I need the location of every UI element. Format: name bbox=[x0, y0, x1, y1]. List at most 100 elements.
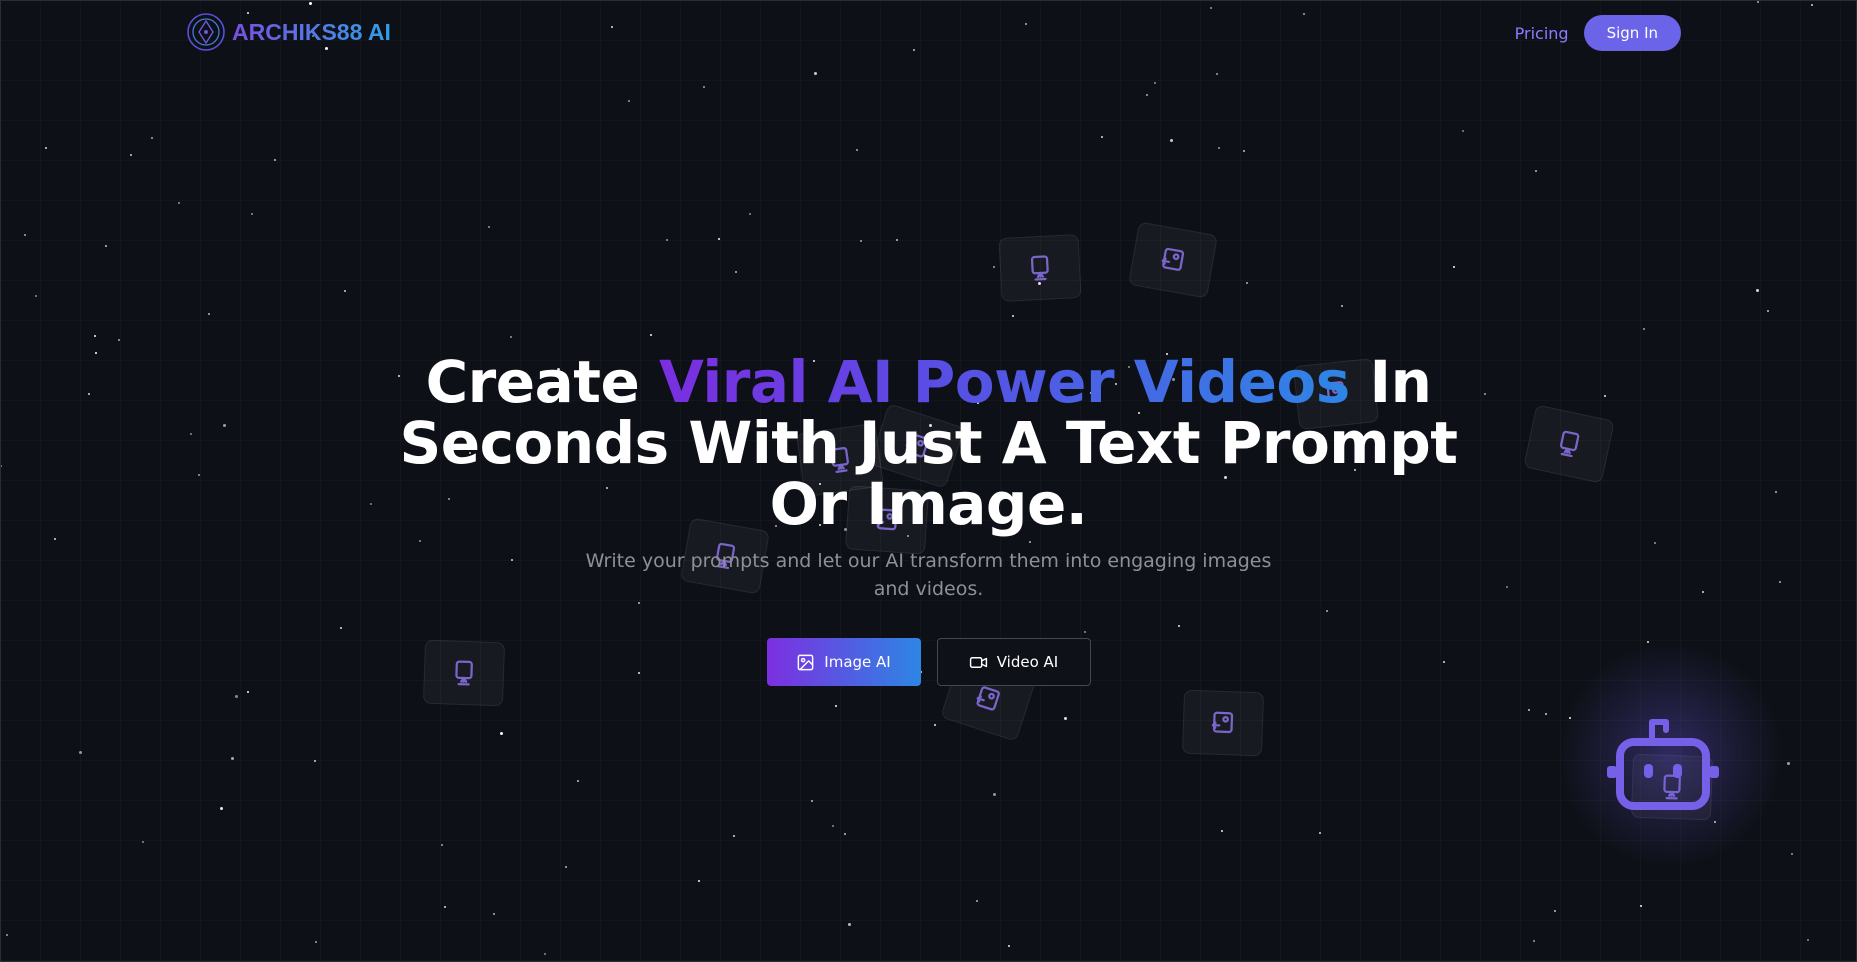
star bbox=[444, 906, 446, 908]
star bbox=[993, 793, 996, 796]
video-ai-button[interactable]: Video AI bbox=[936, 638, 1091, 686]
star bbox=[976, 900, 978, 902]
star bbox=[1535, 170, 1537, 172]
star bbox=[79, 751, 82, 754]
image-swap-icon bbox=[1211, 711, 1234, 734]
star bbox=[1319, 832, 1321, 834]
star bbox=[844, 833, 846, 835]
star bbox=[1643, 328, 1645, 330]
star bbox=[208, 313, 210, 315]
star bbox=[1064, 717, 1067, 720]
hero-headline: Create Viral AI Power Videos In Seconds … bbox=[379, 352, 1479, 535]
star bbox=[488, 226, 490, 228]
star bbox=[344, 290, 346, 292]
star bbox=[1341, 305, 1343, 307]
brand-logo[interactable]: ARCHIKS88 AI bbox=[186, 12, 391, 52]
star bbox=[650, 334, 652, 336]
star bbox=[1453, 266, 1455, 268]
star bbox=[1640, 905, 1642, 907]
star bbox=[220, 807, 223, 810]
star bbox=[235, 695, 238, 698]
star bbox=[577, 780, 579, 782]
star bbox=[749, 213, 751, 215]
star bbox=[251, 213, 253, 215]
image-swap-icon bbox=[1161, 247, 1185, 271]
star bbox=[896, 239, 898, 241]
star bbox=[1146, 94, 1148, 96]
pricing-link[interactable]: Pricing bbox=[1515, 24, 1569, 43]
star bbox=[1170, 139, 1173, 142]
star bbox=[856, 149, 858, 151]
headline-lead-text: Create bbox=[425, 348, 660, 416]
star bbox=[1012, 315, 1014, 317]
star bbox=[274, 159, 276, 161]
star bbox=[666, 239, 668, 241]
star bbox=[151, 137, 153, 139]
floating-card bbox=[1181, 689, 1265, 757]
hero-subtitle: Write your prompts and let our AI transf… bbox=[585, 550, 1272, 600]
star bbox=[628, 100, 630, 102]
star bbox=[718, 238, 720, 240]
brand-name: ARCHIKS88 AI bbox=[232, 18, 391, 45]
star bbox=[1243, 150, 1245, 152]
star bbox=[1154, 82, 1156, 84]
star bbox=[24, 234, 26, 236]
header-actions: Pricing Sign In bbox=[1515, 15, 1681, 51]
star bbox=[1807, 939, 1809, 941]
star bbox=[1462, 130, 1464, 132]
star bbox=[814, 72, 817, 75]
star bbox=[130, 154, 132, 156]
floating-card bbox=[1128, 221, 1218, 299]
star bbox=[1756, 289, 1759, 292]
star bbox=[703, 86, 705, 88]
hero-section: Create Viral AI Power Videos In Seconds … bbox=[0, 352, 1857, 686]
star bbox=[544, 953, 546, 955]
star bbox=[1545, 713, 1547, 715]
star bbox=[698, 880, 700, 882]
star bbox=[500, 732, 503, 735]
image-ai-label: Image AI bbox=[824, 653, 891, 671]
star bbox=[1216, 73, 1218, 75]
star bbox=[35, 295, 37, 297]
star bbox=[315, 941, 317, 943]
star bbox=[1221, 830, 1223, 832]
star bbox=[1767, 310, 1769, 312]
star bbox=[1533, 940, 1535, 942]
star bbox=[118, 339, 120, 341]
cta-group: Image AI Video AI bbox=[0, 638, 1857, 686]
star bbox=[934, 724, 936, 726]
star bbox=[733, 835, 735, 837]
image-icon bbox=[797, 654, 814, 670]
star bbox=[1218, 147, 1220, 149]
robot-assistant-icon[interactable] bbox=[1602, 716, 1724, 820]
star bbox=[231, 757, 234, 760]
star bbox=[1246, 282, 1248, 284]
star bbox=[105, 245, 107, 247]
star bbox=[493, 913, 495, 915]
sign-in-button[interactable]: Sign In bbox=[1583, 15, 1681, 51]
navbar: ARCHIKS88 AI Pricing Sign In bbox=[0, 0, 1857, 66]
image-ai-button[interactable]: Image AI bbox=[766, 638, 921, 686]
star bbox=[45, 147, 47, 149]
star bbox=[735, 271, 737, 273]
video-ai-label: Video AI bbox=[996, 653, 1059, 671]
compass-logo-icon bbox=[187, 13, 225, 51]
star bbox=[1554, 910, 1556, 912]
star bbox=[247, 691, 249, 693]
star bbox=[94, 335, 96, 337]
headline-gradient-text: Viral AI Power Videos bbox=[659, 348, 1350, 416]
star bbox=[1101, 136, 1103, 138]
star bbox=[441, 844, 443, 846]
star bbox=[811, 800, 813, 802]
star bbox=[178, 202, 180, 204]
star bbox=[565, 866, 567, 868]
star bbox=[142, 841, 144, 843]
star bbox=[848, 923, 851, 926]
star bbox=[314, 760, 316, 762]
star bbox=[832, 825, 834, 827]
star bbox=[1791, 853, 1793, 855]
video-camera-icon bbox=[969, 656, 987, 668]
monitor-icon bbox=[1030, 255, 1049, 281]
star bbox=[1008, 945, 1010, 947]
star bbox=[1787, 762, 1790, 765]
